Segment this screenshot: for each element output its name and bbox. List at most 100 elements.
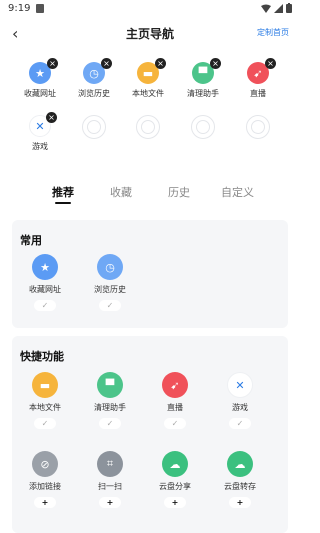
shortcuts-item[interactable]: ☁ 云盘分享 + (147, 451, 203, 508)
tab-2[interactable]: 收藏 (110, 184, 132, 200)
status-bar: 9:19 (0, 0, 300, 18)
clock-icon-glyph: ◷ (105, 260, 115, 274)
notification-icon (36, 4, 44, 13)
common-panel: 常用 ★ 收藏网址 ✓ ◷ 浏览历史 ✓ (12, 220, 288, 328)
scan-icon: ⌗ (97, 451, 123, 477)
remove-icon[interactable]: × (210, 58, 221, 69)
empty-slot (230, 115, 286, 139)
add-button[interactable]: + (34, 497, 56, 508)
status-icons (261, 3, 292, 13)
common-item[interactable]: ◷ 浏览历史 ✓ (82, 254, 138, 311)
cloud-share-icon-glyph: ☁ (169, 457, 181, 471)
bookmark-icon-glyph: ★ (40, 260, 50, 274)
shortcuts-item[interactable]: ⊘ 添加链接 + (17, 451, 73, 508)
pinned-item[interactable]: ▀ × 清理助手 (175, 58, 231, 99)
empty-slot-icon (246, 115, 270, 139)
live-icon-glyph: ➹ (253, 66, 263, 80)
empty-slot (66, 115, 122, 139)
wifi-icon (261, 4, 271, 13)
folder-icon-glyph: ▬ (39, 378, 51, 392)
shortcuts-item-label: 清理助手 (94, 403, 126, 412)
remove-icon[interactable]: × (265, 58, 276, 69)
shortcuts-item-label: 游戏 (232, 403, 248, 412)
empty-slot-icon (82, 115, 106, 139)
pinned-item-label: 收藏网址 (24, 89, 56, 98)
signal-icon (274, 3, 283, 13)
game-icon: ✕ × (29, 112, 57, 137)
link-icon-glyph: ⊘ (40, 457, 50, 471)
pinned-item-label: 游戏 (32, 142, 48, 151)
clock-icon: ◷ × (83, 58, 112, 84)
shortcuts-item-label: 云盘转存 (224, 482, 256, 491)
cloud-share-icon: ☁ (162, 451, 188, 477)
battery-icon (286, 3, 292, 13)
live-icon: ➹ (162, 372, 188, 398)
folder-icon: ▬ × (137, 58, 166, 84)
tab-4[interactable]: 自定义 (221, 184, 254, 200)
remove-icon[interactable]: × (47, 58, 58, 69)
shortcuts-item-label: 扫一扫 (98, 482, 122, 491)
shortcuts-item-label: 添加链接 (29, 482, 61, 491)
pinned-item-label: 直播 (250, 89, 266, 98)
pinned-item[interactable]: ◷ × 浏览历史 (66, 58, 122, 99)
header: ‹ 主页导航 定制首页 (0, 20, 300, 46)
pinned-item[interactable]: ★ × 收藏网址 (12, 58, 68, 99)
added-check-icon[interactable]: ✓ (34, 418, 56, 429)
remove-icon[interactable]: × (101, 58, 112, 69)
tab-1[interactable]: 推荐 (52, 184, 74, 204)
empty-slot (175, 115, 231, 139)
game-icon-glyph: ✕ (235, 378, 245, 392)
shortcuts-item[interactable]: ⌗ 扫一扫 + (82, 451, 138, 508)
add-button[interactable]: + (99, 497, 121, 508)
shortcuts-item[interactable]: ✕ 游戏 ✓ (212, 372, 268, 429)
bookmark-icon-glyph: ★ (35, 66, 45, 80)
shortcuts-item[interactable]: ▀ 清理助手 ✓ (82, 372, 138, 429)
pinned-item[interactable]: ▬ × 本地文件 (120, 58, 176, 99)
added-check-icon[interactable]: ✓ (34, 300, 56, 311)
customize-home-button[interactable]: 定制首页 (257, 27, 289, 38)
live-icon: ➹ × (247, 58, 276, 84)
remove-icon[interactable]: × (155, 58, 166, 69)
empty-slot-icon (191, 115, 215, 139)
shortcuts-panel: 快捷功能 ▬ 本地文件 ✓ ▀ 清理助手 ✓ ➹ 直播 ✓ ✕ 游戏 ✓ ⊘ 添加链接 + ⌗ 扫一扫 + ☁ 云盘分… (12, 336, 288, 533)
link-icon: ⊘ (32, 451, 58, 477)
empty-slot (120, 115, 176, 139)
common-item-label: 浏览历史 (94, 285, 126, 294)
pinned-item[interactable]: ✕ × 游戏 (12, 112, 68, 152)
shortcuts-item[interactable]: ☁ 云盘转存 + (212, 451, 268, 508)
page-title: 主页导航 (125, 27, 174, 41)
broom-icon: ▀ × (192, 58, 221, 84)
game-icon-glyph: ✕ (35, 119, 45, 133)
broom-icon-glyph: ▀ (198, 66, 208, 80)
add-button[interactable]: + (229, 497, 251, 508)
cloud-save-icon-glyph: ☁ (234, 457, 246, 471)
shortcuts-title: 快捷功能 (20, 350, 64, 363)
pinned-item[interactable]: ➹ × 直播 (230, 58, 286, 99)
broom-icon-glyph: ▀ (105, 378, 115, 392)
live-icon-glyph: ➹ (170, 378, 180, 392)
shortcuts-item-label: 本地文件 (29, 403, 61, 412)
pinned-item-label: 浏览历史 (78, 89, 110, 98)
added-check-icon[interactable]: ✓ (99, 300, 121, 311)
tab-3[interactable]: 历史 (168, 184, 190, 200)
status-time: 9:19 (8, 3, 31, 14)
add-button[interactable]: + (164, 497, 186, 508)
bookmark-icon: ★ (32, 254, 58, 280)
shortcuts-item[interactable]: ➹ 直播 ✓ (147, 372, 203, 429)
remove-icon[interactable]: × (46, 112, 57, 123)
clock-icon-glyph: ◷ (89, 66, 99, 80)
shortcuts-item[interactable]: ▬ 本地文件 ✓ (17, 372, 73, 429)
game-icon: ✕ (227, 372, 253, 398)
shortcuts-item-label: 云盘分享 (159, 482, 191, 491)
shortcuts-item-label: 直播 (167, 403, 183, 412)
tab-bar: 推荐 收藏 历史 自定义 (0, 184, 300, 204)
clock-icon: ◷ (97, 254, 123, 280)
common-item[interactable]: ★ 收藏网址 ✓ (17, 254, 73, 311)
added-check-icon[interactable]: ✓ (99, 418, 121, 429)
added-check-icon[interactable]: ✓ (229, 418, 251, 429)
pinned-item-label: 本地文件 (132, 89, 164, 98)
pinned-item-label: 清理助手 (187, 89, 219, 98)
bookmark-icon: ★ × (29, 58, 58, 84)
added-check-icon[interactable]: ✓ (164, 418, 186, 429)
folder-icon-glyph: ▬ (142, 66, 154, 80)
